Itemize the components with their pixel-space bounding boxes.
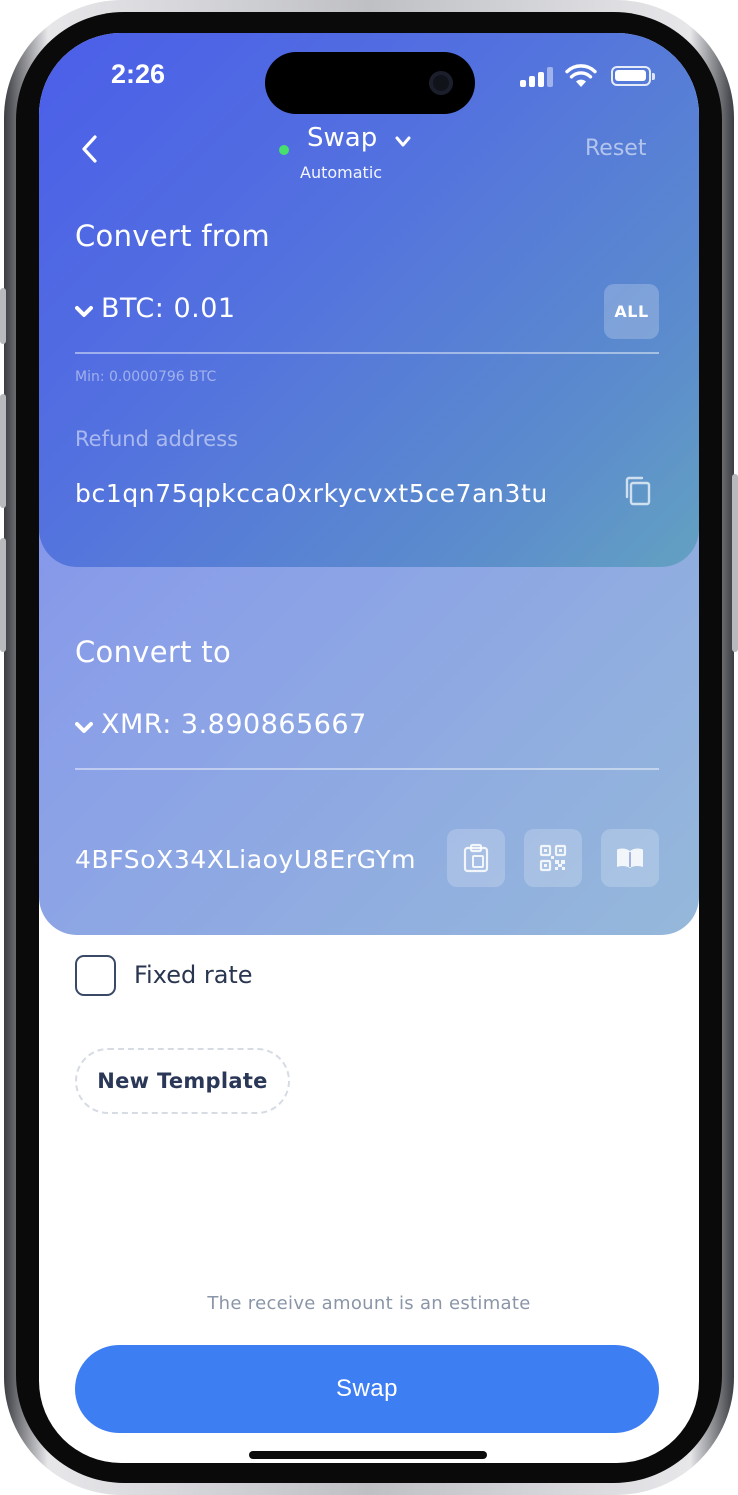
fixed-rate-label[interactable]: Fixed rate xyxy=(134,961,253,989)
convert-from-title: Convert from xyxy=(75,219,270,253)
all-button[interactable]: ALL xyxy=(604,284,659,339)
address-book-button[interactable] xyxy=(601,829,659,887)
from-divider xyxy=(75,352,659,354)
new-template-button[interactable]: New Template xyxy=(75,1048,290,1114)
to-currency-selector[interactable]: XMR: 3.890865667 xyxy=(75,707,659,751)
copy-icon[interactable] xyxy=(623,475,653,507)
back-chevron-icon xyxy=(82,135,97,163)
home-indicator[interactable] xyxy=(249,1451,487,1459)
status-time: 2:26 xyxy=(111,59,166,89)
min-amount-text: Min: 0.0000796 BTC xyxy=(75,369,217,385)
fixed-rate-checkbox[interactable] xyxy=(75,955,116,996)
reset-button[interactable]: Reset xyxy=(585,136,646,161)
battery-icon xyxy=(611,66,655,86)
dropdown-chevron-icon xyxy=(75,306,93,317)
to-divider xyxy=(75,768,659,770)
paste-icon xyxy=(463,843,489,873)
wifi-icon xyxy=(565,64,597,87)
page-title: Swap xyxy=(307,123,378,153)
estimate-note: The receive amount is an estimate xyxy=(207,1293,531,1314)
dynamic-island xyxy=(265,52,475,114)
volume-up-button xyxy=(0,394,6,508)
dropdown-chevron-icon xyxy=(395,136,411,147)
back-button[interactable] xyxy=(71,129,111,169)
from-currency-selector[interactable]: BTC: 0.01 xyxy=(75,291,659,335)
scan-qr-button[interactable] xyxy=(524,829,582,887)
action-button xyxy=(0,288,6,344)
swap-button[interactable]: Swap xyxy=(75,1345,659,1433)
refund-address-label: Refund address xyxy=(75,427,239,451)
refund-address-input[interactable]: bc1qn75qpkcca0xrkycvxt5ce7an3tu xyxy=(75,479,579,508)
mode-subtitle: Automatic xyxy=(300,163,383,182)
from-amount[interactable]: BTC: 0.01 xyxy=(101,293,236,324)
paste-button[interactable] xyxy=(447,829,505,887)
to-amount: XMR: 3.890865667 xyxy=(101,709,367,740)
qr-code-icon xyxy=(539,844,567,872)
camera-icon xyxy=(429,71,453,95)
status-dot xyxy=(279,145,289,155)
power-button xyxy=(732,474,738,652)
swap-mode-selector[interactable]: Swap Automatic xyxy=(279,121,459,182)
receive-address-input[interactable]: 4BFSoX34XLiaoyU8ErGYm xyxy=(75,845,433,874)
volume-down-button xyxy=(0,538,6,652)
address-book-icon xyxy=(617,848,643,868)
dropdown-chevron-icon xyxy=(75,722,93,733)
signal-icon xyxy=(520,67,554,87)
convert-to-title: Convert to xyxy=(75,635,232,669)
app-screen: 2:26 Swap Automatic Reset Convert from B… xyxy=(39,33,699,1463)
